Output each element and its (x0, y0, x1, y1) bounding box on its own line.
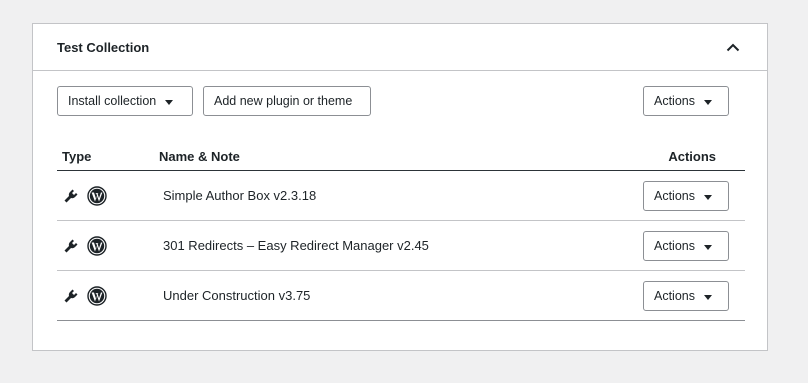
panel-title: Test Collection (57, 39, 150, 55)
install-collection-button[interactable]: Install collection (57, 86, 193, 116)
type-icons (63, 186, 107, 211)
row-actions-label: Actions (654, 189, 695, 203)
caret-down-icon (704, 194, 712, 200)
chevron-up-icon[interactable] (723, 37, 743, 57)
type-icons (63, 236, 107, 261)
caret-down-icon (704, 99, 712, 105)
row-actions-label: Actions (654, 289, 695, 303)
row-actions-button[interactable]: Actions (643, 231, 729, 261)
toolbar-actions-label: Actions (654, 94, 695, 108)
add-plugin-theme-button[interactable]: Add new plugin or theme (203, 86, 371, 116)
row-name: 301 Redirects – Easy Redirect Manager v2… (163, 238, 429, 253)
row-name: Under Construction v3.75 (163, 288, 311, 303)
row-actions-button[interactable]: Actions (643, 281, 729, 311)
type-icons (63, 286, 107, 311)
collection-table: Type Name & Note Actions Simple Author B… (57, 142, 745, 321)
column-header-actions: Actions (668, 149, 716, 164)
wordpress-icon (87, 186, 107, 211)
caret-down-icon (704, 294, 712, 300)
table-row: Under Construction v3.75 Actions (57, 271, 745, 321)
caret-down-icon (165, 99, 174, 105)
install-collection-label: Install collection (68, 94, 157, 108)
collection-toolbar: Install collection Add new plugin or the… (57, 86, 729, 116)
caret-down-icon (704, 244, 712, 250)
table-row: 301 Redirects – Easy Redirect Manager v2… (57, 221, 745, 271)
plugin-icon (63, 238, 79, 259)
table-row: Simple Author Box v2.3.18 Actions (57, 171, 745, 221)
plugin-icon (63, 188, 79, 209)
row-name: Simple Author Box v2.3.18 (163, 188, 317, 203)
column-header-name: Name & Note (159, 149, 240, 164)
row-actions-label: Actions (654, 239, 695, 253)
add-plugin-theme-label: Add new plugin or theme (214, 94, 353, 108)
plugin-icon (63, 288, 79, 309)
row-actions-button[interactable]: Actions (643, 181, 729, 211)
panel-header[interactable]: Test Collection (33, 24, 767, 71)
column-header-type: Type (62, 149, 92, 164)
wordpress-icon (87, 286, 107, 311)
toolbar-actions-button[interactable]: Actions (643, 86, 729, 116)
table-header: Type Name & Note Actions (57, 142, 745, 171)
wordpress-icon (87, 236, 107, 261)
collection-panel: Test Collection Install collection Add n… (32, 23, 768, 351)
